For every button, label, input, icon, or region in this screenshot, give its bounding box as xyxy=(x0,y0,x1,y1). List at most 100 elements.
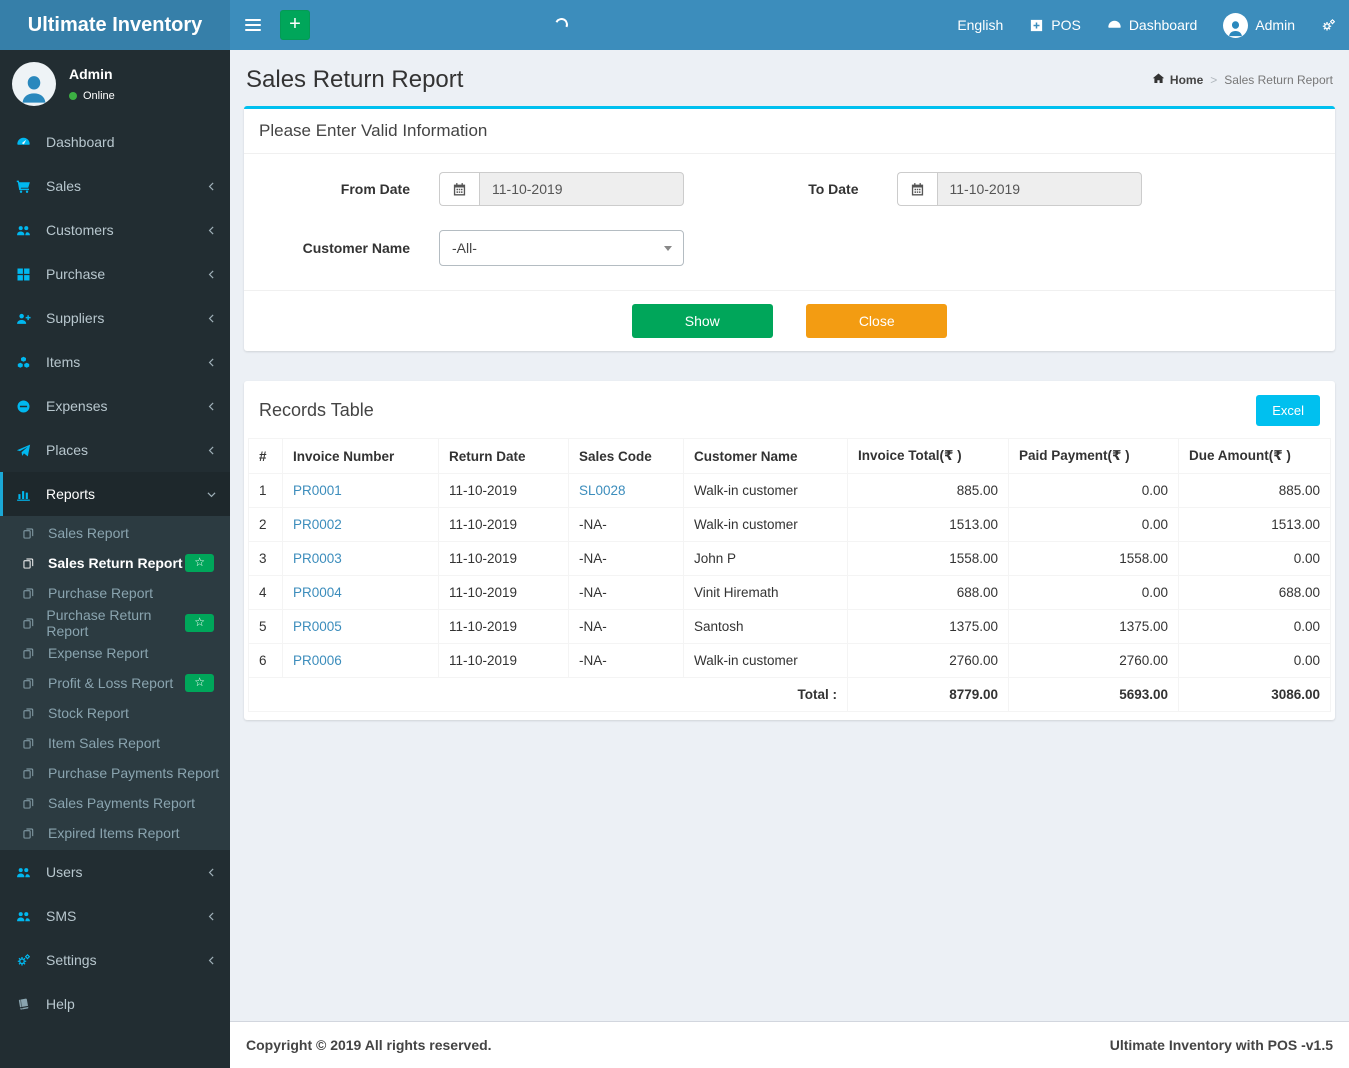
users-icon xyxy=(16,909,39,924)
submenu-item-label: Stock Report xyxy=(48,705,129,721)
paid-payment: 0.00 xyxy=(1008,575,1179,610)
sidebar-subitem-purchase-report[interactable]: Purchase Report xyxy=(0,578,230,608)
sidebar-item-sms[interactable]: SMS xyxy=(0,894,230,938)
excel-export-button[interactable]: Excel xyxy=(1256,395,1320,426)
customer-name: Walk-in customer xyxy=(683,473,848,508)
chevron-left-icon xyxy=(206,225,217,236)
settings-gear-menu[interactable] xyxy=(1308,0,1349,50)
invoice-number-link[interactable]: PR0003 xyxy=(282,541,439,576)
to-date-input[interactable] xyxy=(936,172,1142,206)
sidebar-item-purchase[interactable]: Purchase xyxy=(0,252,230,296)
return-date: 11-10-2019 xyxy=(438,643,569,678)
submenu-item-label: Purchase Payments Report xyxy=(48,765,220,781)
copy-icon xyxy=(22,797,42,810)
favorite-star-badge[interactable]: ☆ xyxy=(185,553,214,573)
sidebar: Admin Online Dashboard Sales Customers Purc… xyxy=(0,50,230,1068)
submenu-item-label: Sales Payments Report xyxy=(48,795,196,811)
show-button[interactable]: Show xyxy=(631,304,773,338)
sales-code: -NA- xyxy=(568,609,684,644)
calendar-icon xyxy=(896,172,937,206)
sidebar-item-help[interactable]: Help xyxy=(0,982,230,1026)
invoice-number-link[interactable]: PR0005 xyxy=(282,609,439,644)
customer-name: John P xyxy=(683,541,848,576)
sidebar-item-settings[interactable]: Settings xyxy=(0,938,230,982)
close-button[interactable]: Close xyxy=(806,304,948,338)
pos-link[interactable]: POS xyxy=(1016,0,1094,50)
sidebar-item-suppliers[interactable]: Suppliers xyxy=(0,296,230,340)
row-number: 6 xyxy=(248,643,283,678)
sidebar-item-dashboard[interactable]: Dashboard xyxy=(0,120,230,164)
sidebar-subitem-sales-payments-report[interactable]: Sales Payments Report xyxy=(0,788,230,818)
bar-chart-icon xyxy=(16,487,39,502)
sidebar-subitem-expired-items-report[interactable]: Expired Items Report xyxy=(0,818,230,848)
submenu-item-label: Expired Items Report xyxy=(48,825,180,841)
sidebar-item-users[interactable]: Users xyxy=(0,850,230,894)
sidebar-subitem-purchase-payments-report[interactable]: Purchase Payments Report xyxy=(0,758,230,788)
copy-icon xyxy=(22,677,42,690)
invoice-total: 1558.00 xyxy=(847,541,1009,576)
book-icon xyxy=(16,997,39,1012)
sidebar-item-reports[interactable]: Reports xyxy=(0,472,230,516)
favorite-star-badge[interactable]: ☆ xyxy=(185,613,214,633)
favorite-star-badge[interactable]: ☆ xyxy=(185,673,214,693)
row-number: 4 xyxy=(248,575,283,610)
copy-icon xyxy=(22,587,42,600)
invoice-number-link[interactable]: PR0002 xyxy=(282,507,439,542)
sidebar-item-label: Customers xyxy=(46,222,114,238)
dashboard-link[interactable]: Dashboard xyxy=(1094,0,1211,50)
sidebar-item-expenses[interactable]: Expenses xyxy=(0,384,230,428)
from-date-input[interactable] xyxy=(479,172,684,206)
sidebar-subitem-stock-report[interactable]: Stock Report xyxy=(0,698,230,728)
invoice-number-link[interactable]: PR0006 xyxy=(282,643,439,678)
sidebar-subitem-purchase-return-report[interactable]: Purchase Return Report ☆ xyxy=(0,607,230,639)
breadcrumb-home-link[interactable]: Home xyxy=(1152,72,1203,88)
sidebar-subitem-sales-report[interactable]: Sales Report xyxy=(0,518,230,548)
chevron-left-icon xyxy=(206,911,217,922)
user-menu[interactable]: Admin xyxy=(1210,0,1308,50)
sidebar-item-customers[interactable]: Customers xyxy=(0,208,230,252)
sidebar-subitem-sales-return-report[interactable]: Sales Return Report ☆ xyxy=(0,548,230,578)
sidebar-item-items[interactable]: Items xyxy=(0,340,230,384)
app-logo[interactable]: Ultimate Inventory xyxy=(0,0,230,50)
sidebar-subitem-item-sales-report[interactable]: Item Sales Report xyxy=(0,728,230,758)
language-menu[interactable]: English xyxy=(944,0,1016,50)
invoice-total: 885.00 xyxy=(847,473,1009,508)
sidebar-item-sales[interactable]: Sales xyxy=(0,164,230,208)
sidebar-item-label: SMS xyxy=(46,908,77,924)
return-date: 11-10-2019 xyxy=(438,473,569,508)
table-row: 2 PR0002 11-10-2019 -NA- Walk-in customer 151… xyxy=(248,507,1331,542)
page-footer: Copyright © 2019 All rights reserved. Ul… xyxy=(230,1021,1349,1068)
sidebar-item-label: Reports xyxy=(46,486,96,502)
submenu-item-label: Sales Return Report xyxy=(48,555,183,571)
chevron-left-icon xyxy=(206,269,217,280)
column-header-paid-payment: Paid Payment(₹ ) xyxy=(1008,438,1179,474)
sidebar-item-places[interactable]: Places xyxy=(0,428,230,472)
total-invoice-total: 8779.00 xyxy=(847,677,1009,712)
chevron-down-icon xyxy=(664,246,672,251)
table-total-row: Total : 8779.00 5693.00 3086.00 xyxy=(248,677,1331,712)
table-row: 1 PR0001 11-10-2019 SL0028 Walk-in customer 8… xyxy=(248,473,1331,508)
column-header-sales-code: Sales Code xyxy=(568,438,684,474)
total-due-amount: 3086.00 xyxy=(1178,677,1331,712)
copy-icon xyxy=(22,527,42,540)
quick-add-button[interactable]: + xyxy=(280,10,310,40)
sidebar-subitem-profit-loss-report[interactable]: Profit & Loss Report ☆ xyxy=(0,668,230,698)
sidebar-subitem-expense-report[interactable]: Expense Report xyxy=(0,638,230,668)
paid-payment: 1375.00 xyxy=(1008,609,1179,644)
copy-icon xyxy=(22,737,42,750)
invoice-number-link[interactable]: PR0004 xyxy=(282,575,439,610)
chevron-left-icon xyxy=(206,401,217,412)
invoice-number-link[interactable]: PR0001 xyxy=(282,473,439,508)
table-row: 3 PR0003 11-10-2019 -NA- John P 1558.00 1558.0… xyxy=(248,541,1331,576)
customer-name-selected-value: -All- xyxy=(452,240,477,256)
chevron-left-icon xyxy=(206,313,217,324)
sidebar-toggle-button[interactable] xyxy=(230,0,276,50)
dashboard-label: Dashboard xyxy=(1128,17,1198,33)
total-label: Total : xyxy=(248,677,848,712)
top-navbar: Ultimate Inventory + English POS Dashboa… xyxy=(0,0,1349,50)
sales-code-link[interactable]: SL0028 xyxy=(568,473,684,508)
sidebar-item-label: Expenses xyxy=(46,398,108,414)
customer-name-select[interactable]: -All- xyxy=(439,230,684,266)
chevron-left-icon xyxy=(206,181,217,192)
paper-plane-icon xyxy=(16,443,39,458)
